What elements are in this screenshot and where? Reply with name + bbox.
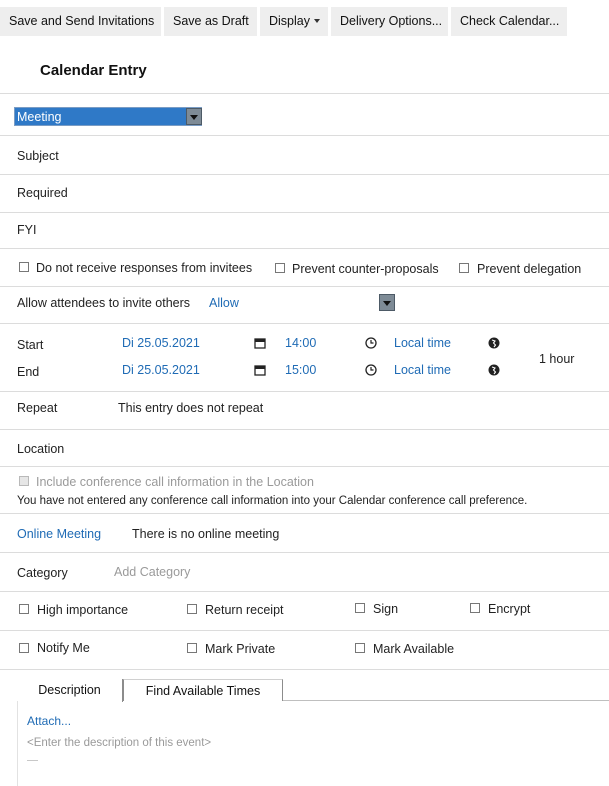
conference-call-checkbox[interactable] [19, 476, 29, 486]
chevron-down-icon[interactable] [379, 294, 395, 311]
prevent-counter-checkbox[interactable] [275, 263, 285, 273]
end-timezone[interactable]: Local time [394, 363, 451, 377]
mark-available-checkbox[interactable] [355, 643, 365, 653]
entry-type-value: Meeting [17, 110, 62, 124]
delivery-options-label: Delivery Options... [340, 14, 443, 28]
start-time[interactable]: 14:00 [285, 336, 316, 350]
save-as-draft-button[interactable]: Save as Draft [164, 7, 257, 36]
no-responses-checkbox[interactable] [19, 262, 29, 272]
delivery-options-button[interactable]: Delivery Options... [331, 7, 448, 36]
divider [0, 591, 609, 592]
tab-find-times-label: Find Available Times [145, 684, 261, 698]
calendar-icon[interactable] [254, 337, 266, 349]
tab-description-label: Description [38, 683, 101, 697]
category-input[interactable]: Add Category [114, 565, 190, 579]
end-time[interactable]: 15:00 [285, 363, 316, 377]
start-timezone[interactable]: Local time [394, 336, 451, 350]
encrypt-label: Encrypt [488, 602, 531, 616]
high-importance-label: High importance [37, 603, 129, 617]
high-importance-checkbox[interactable] [19, 604, 29, 614]
description-panel: Attach... <Enter the description of this… [17, 701, 609, 786]
mark-private-label: Mark Private [205, 642, 276, 656]
encrypt-checkbox[interactable] [470, 603, 480, 613]
entry-type-select[interactable]: Meeting [14, 107, 202, 126]
divider [0, 212, 609, 213]
display-menu-button[interactable]: Display [260, 7, 328, 36]
calendar-icon[interactable] [254, 364, 266, 376]
duration-value: 1 hour [539, 352, 575, 366]
tab-description[interactable]: Description [17, 679, 123, 702]
repeat-label: Repeat [17, 401, 58, 415]
chevron-down-icon [314, 19, 320, 23]
notify-me-checkbox[interactable] [19, 643, 29, 653]
start-label: Start [17, 338, 44, 352]
page-title: Calendar Entry [40, 62, 147, 79]
category-label: Category [17, 566, 68, 580]
online-meeting-link[interactable]: Online Meeting [17, 527, 101, 541]
toolbar: Save and Send Invitations Save as Draft … [0, 0, 609, 43]
divider [0, 286, 609, 287]
end-label: End [17, 365, 40, 379]
divider [0, 323, 609, 324]
allow-invite-value[interactable]: Allow [209, 296, 239, 310]
description-input[interactable]: <Enter the description of this event> [27, 737, 211, 749]
divider [0, 513, 609, 514]
mark-private-checkbox[interactable] [187, 643, 197, 653]
prevent-counter-label: Prevent counter-proposals [292, 262, 439, 276]
no-responses-label: Do not receive responses from invitees [36, 261, 253, 275]
divider [0, 248, 609, 249]
allow-invite-label: Allow attendees to invite others [17, 296, 191, 310]
display-label: Display [269, 14, 310, 28]
required-label: Required [17, 186, 68, 200]
prevent-delegation-label: Prevent delegation [477, 262, 582, 276]
save-and-send-label: Save and Send Invitations [9, 14, 155, 28]
divider [0, 93, 609, 94]
online-meeting-value: There is no online meeting [132, 527, 280, 541]
location-input[interactable] [80, 433, 600, 463]
location-label: Location [17, 442, 65, 456]
repeat-value[interactable]: This entry does not repeat [118, 401, 263, 415]
start-date[interactable]: Di 25.05.2021 [122, 336, 200, 350]
conference-call-label: Include conference call information in t… [36, 475, 314, 489]
globe-icon[interactable] [488, 337, 500, 349]
divider [0, 135, 609, 136]
end-date[interactable]: Di 25.05.2021 [122, 363, 200, 377]
save-as-draft-label: Save as Draft [173, 14, 249, 28]
notify-me-label: Notify Me [37, 641, 90, 655]
tab-find-available-times[interactable]: Find Available Times [123, 679, 283, 701]
divider [0, 429, 609, 430]
divider [0, 669, 609, 670]
subject-input[interactable] [80, 140, 600, 172]
conference-note: You have not entered any conference call… [17, 495, 528, 507]
mark-available-label: Mark Available [373, 642, 455, 656]
required-attendees-input[interactable] [80, 178, 600, 210]
clock-icon[interactable] [365, 337, 377, 349]
return-receipt-checkbox[interactable] [187, 604, 197, 614]
globe-icon[interactable] [488, 364, 500, 376]
sign-label: Sign [373, 602, 399, 616]
chevron-down-icon[interactable] [186, 108, 202, 125]
return-receipt-label: Return receipt [205, 603, 284, 617]
clock-icon[interactable] [365, 364, 377, 376]
attach-link[interactable]: Attach... [27, 714, 71, 728]
subject-label: Subject [17, 149, 59, 163]
check-calendar-button[interactable]: Check Calendar... [451, 7, 567, 36]
fyi-label: FYI [17, 223, 37, 237]
divider [0, 466, 609, 467]
sign-checkbox[interactable] [355, 603, 365, 613]
divider [0, 552, 609, 553]
divider [0, 391, 609, 392]
text-cursor-line [27, 760, 38, 761]
fyi-attendees-input[interactable] [80, 215, 600, 247]
divider [0, 630, 609, 631]
divider [0, 174, 609, 175]
save-and-send-button[interactable]: Save and Send Invitations [0, 7, 161, 36]
check-calendar-label: Check Calendar... [460, 14, 560, 28]
prevent-delegation-checkbox[interactable] [459, 263, 469, 273]
